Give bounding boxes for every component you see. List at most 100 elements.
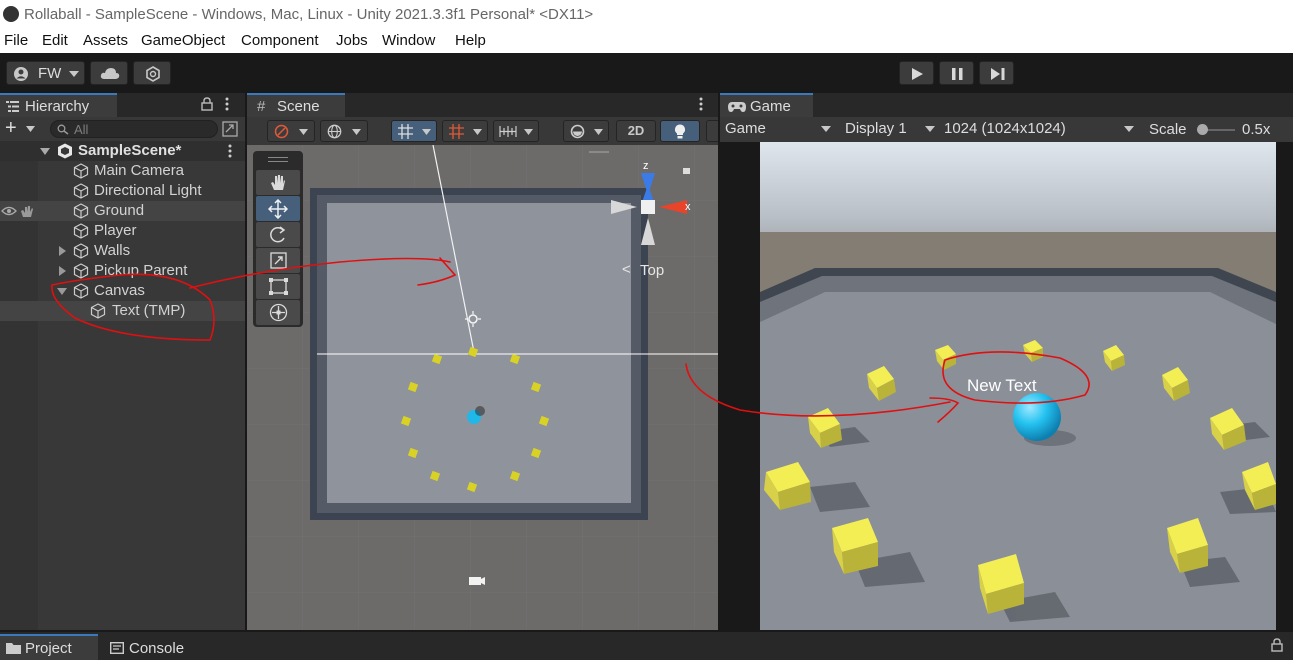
hierarchy-tab-label: Hierarchy — [25, 98, 90, 115]
menu-help[interactable]: Help — [455, 29, 486, 53]
globe-dropdown[interactable] — [320, 120, 368, 142]
hierarchy-item-text-tmp[interactable]: Text (TMP) — [0, 301, 245, 321]
display-dropdown[interactable]: Display 1 — [845, 117, 937, 141]
cloud-icon — [100, 68, 120, 79]
scale-value: 0.5x — [1242, 121, 1271, 138]
hand-tool-button[interactable] — [256, 170, 300, 195]
lock-icon[interactable] — [1271, 638, 1283, 652]
gameobject-cube-icon — [73, 283, 89, 299]
increment-snap-toggle[interactable] — [442, 120, 488, 142]
list-icon — [6, 101, 19, 112]
ruler-grid-toggle[interactable] — [493, 120, 539, 142]
tab-console[interactable]: Console — [100, 634, 200, 660]
scene-viewport[interactable]: z x < Top — [247, 145, 718, 630]
play-button[interactable] — [899, 61, 934, 85]
tab-scene[interactable]: # Scene — [247, 93, 345, 117]
view-label[interactable]: Top — [640, 262, 664, 279]
more-options-icon[interactable] — [699, 97, 703, 111]
2d-mode-toggle[interactable]: 2D — [616, 120, 656, 142]
chevron-down-icon — [524, 129, 533, 135]
gameobject-cube-icon — [73, 203, 89, 219]
rect-tool-button[interactable] — [256, 274, 300, 299]
bottom-tabbar: Project Console — [0, 632, 1293, 660]
lightbulb-icon — [675, 124, 685, 139]
resolution-label: 1024 (1024x1024) — [944, 120, 1066, 137]
account-dropdown[interactable]: FW — [6, 61, 85, 85]
pause-icon — [952, 68, 963, 80]
menu-assets[interactable]: Assets — [83, 29, 128, 53]
chevron-down-icon — [473, 129, 482, 135]
chevron-down-icon — [821, 126, 831, 132]
hierarchy-item-main-camera[interactable]: Main Camera — [0, 161, 245, 181]
gameobject-cube-icon — [73, 263, 89, 279]
hierarchy-panel: Hierarchy + All SampleScene* Main Camera… — [0, 93, 245, 630]
chevron-down-icon — [299, 129, 308, 135]
transform-tool-button[interactable] — [256, 300, 300, 325]
play-icon — [912, 68, 923, 80]
render-mode-dropdown[interactable] — [563, 120, 609, 142]
hierarchy-item-label: Ground — [94, 202, 145, 219]
expand-arrow-icon[interactable] — [59, 266, 66, 276]
more-options-icon[interactable] — [225, 97, 229, 111]
scene-tab-label: Scene — [277, 98, 320, 115]
menu-window[interactable]: Window — [382, 29, 435, 53]
lighting-toggle[interactable] — [660, 120, 700, 142]
menu-edit[interactable]: Edit — [42, 29, 68, 53]
visibility-eye-icon[interactable] — [1, 206, 17, 216]
scale-tool-button[interactable] — [256, 248, 300, 273]
resolution-dropdown[interactable]: 1024 (1024x1024) — [944, 117, 1138, 141]
draw-mode-dropdown[interactable] — [267, 120, 315, 142]
tab-project[interactable]: Project — [0, 634, 98, 660]
scale-slider[interactable] — [1197, 124, 1235, 135]
scale-slider-thumb[interactable] — [1197, 124, 1208, 135]
hierarchy-item-directional-light[interactable]: Directional Light — [0, 181, 245, 201]
game-viewport[interactable]: New Text — [760, 142, 1276, 630]
chevron-down-icon — [925, 126, 935, 132]
hierarchy-item-player[interactable]: Player — [0, 221, 245, 241]
rotate-icon — [270, 226, 286, 243]
hierarchy-item-ground[interactable]: Ground — [0, 201, 245, 221]
menu-jobs[interactable]: Jobs — [336, 29, 368, 53]
grid-snap-toggle[interactable] — [391, 120, 437, 142]
hierarchy-item-canvas[interactable]: Canvas — [0, 281, 245, 301]
rotate-tool-button[interactable] — [256, 222, 300, 247]
pickable-hand-icon[interactable] — [20, 205, 34, 218]
expand-arrow-icon[interactable] — [57, 288, 67, 295]
camera-gizmo-icon[interactable] — [469, 577, 485, 585]
hierarchy-item-label: Directional Light — [94, 182, 202, 199]
scene-visibility-icon[interactable] — [222, 121, 238, 137]
account-icon — [14, 67, 28, 81]
window-title: Rollaball - SampleScene - Windows, Mac, … — [24, 6, 594, 23]
collab-icon — [146, 66, 160, 82]
expand-arrow-icon[interactable] — [59, 246, 66, 256]
search-input[interactable]: All — [50, 120, 218, 138]
hierarchy-item-pickup-parent[interactable]: Pickup Parent — [0, 261, 245, 281]
game-view-dropdown[interactable]: Game — [725, 117, 833, 141]
tab-game[interactable]: Game — [720, 93, 813, 117]
move-tool-button[interactable] — [256, 196, 300, 221]
overlay-handle — [589, 151, 609, 153]
expand-arrow-icon[interactable] — [40, 148, 50, 155]
scale-icon — [270, 252, 287, 269]
pause-button[interactable] — [939, 61, 974, 85]
menu-gameobject[interactable]: GameObject — [141, 29, 225, 53]
hierarchy-item-walls[interactable]: Walls — [0, 241, 245, 261]
menu-file[interactable]: File — [4, 29, 28, 53]
tab-hierarchy[interactable]: Hierarchy — [0, 93, 117, 117]
lock-icon[interactable] — [683, 168, 690, 174]
more-options-icon[interactable] — [228, 144, 232, 158]
overlay-handle[interactable] — [268, 157, 288, 162]
step-icon — [991, 68, 1005, 80]
cloud-button[interactable] — [90, 61, 128, 85]
menu-component[interactable]: Component — [241, 29, 319, 53]
lock-icon[interactable] — [201, 97, 213, 111]
scene-row[interactable]: SampleScene* — [0, 141, 245, 161]
unity-logo-icon — [3, 6, 19, 22]
collab-button[interactable] — [133, 61, 171, 85]
add-button[interactable]: + — [5, 117, 17, 139]
step-button[interactable] — [979, 61, 1014, 85]
hierarchy-item-label: Walls — [94, 242, 131, 259]
hand-icon — [271, 175, 285, 190]
gizmo-z-label: z — [643, 160, 649, 172]
window-title-bar: Rollaball - SampleScene - Windows, Mac, … — [0, 0, 1293, 29]
